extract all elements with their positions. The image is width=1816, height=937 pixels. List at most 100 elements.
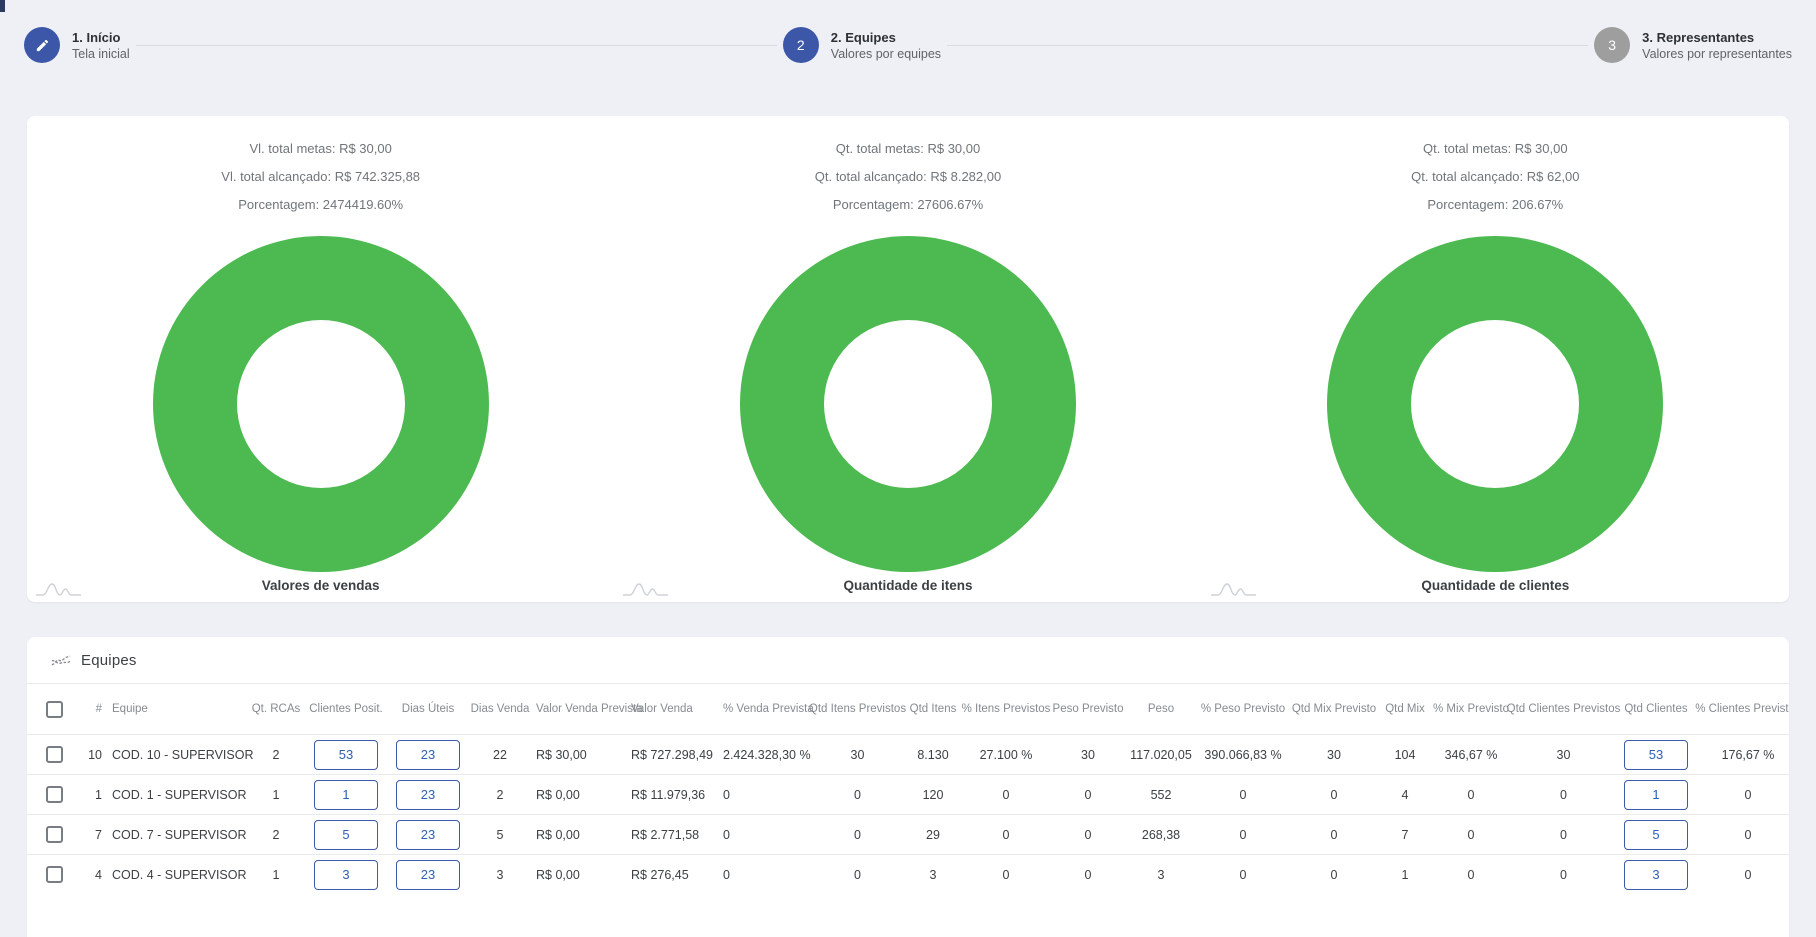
table-header-row: #EquipeQt. RCAsClientes Posit.Dias Úteis… (27, 684, 1789, 734)
row-checkbox[interactable] (46, 826, 63, 843)
cell-dias-uteis (387, 860, 469, 890)
cell-dias-uteis (387, 780, 469, 810)
column-header-venda-prevista: % Venda Prevista (718, 703, 810, 715)
stat-total-metas: Qt. total metas: R$ 30,00 (1423, 140, 1568, 158)
cell-equipe: COD. 1 - SUPERVISOR (107, 788, 247, 802)
dias-uteis-input[interactable] (396, 820, 460, 850)
clientes-posit-input[interactable] (314, 860, 378, 890)
qtd-clientes-input[interactable] (1624, 860, 1688, 890)
cell-qt-rcas: 2 (247, 828, 305, 842)
select-all-checkbox[interactable] (46, 701, 63, 718)
cell-qtd-mix-previsto: 0 (1289, 868, 1379, 882)
cell-itens-previstos: 0 (961, 868, 1051, 882)
cell-qtd-itens: 120 (905, 788, 961, 802)
cell-mix-previsto: 0 (1431, 868, 1511, 882)
cell-col: 4 (73, 868, 107, 882)
cell-qtd-clientes-previstos: 0 (1511, 828, 1616, 842)
cell-clientes-posit (305, 780, 387, 810)
checkbox-cell (35, 866, 73, 883)
cell-qtd-mix: 4 (1379, 788, 1431, 802)
column-header-equipe: Equipe (107, 703, 247, 715)
donut-chart-valores-de-vendas (153, 236, 489, 572)
column-header-dias-venda: Dias Venda (469, 703, 531, 715)
donut-chart-quantidade-de-clientes (1327, 236, 1663, 572)
step-3-circle: 3 (1594, 27, 1630, 63)
column-header-qtd-itens: Qtd Itens (905, 703, 961, 715)
column-header-mix-previsto: % Mix Previsto (1431, 703, 1511, 715)
cell-clientes-previstos: 0 (1696, 788, 1789, 802)
cell-dias-uteis (387, 820, 469, 850)
column-header-dias-uteis: Dias Úteis (387, 703, 469, 715)
step-3-subtitle: Valores por representantes (1642, 47, 1792, 61)
step-representantes[interactable]: 3 3. Representantes Valores por represen… (1594, 27, 1792, 63)
stat-total-alcancado: Vl. total alcançado: R$ 742.325,88 (221, 168, 420, 186)
wave-curve-icon (1210, 580, 1258, 598)
cell-peso: 268,38 (1125, 828, 1197, 842)
cell-mix-previsto: 346,67 % (1431, 748, 1511, 762)
cell-peso-previsto: 0 (1051, 788, 1125, 802)
step-connector-1 (136, 45, 777, 46)
charts-card: Vl. total metas: R$ 30,00 Vl. total alca… (27, 116, 1789, 602)
clientes-posit-input[interactable] (314, 740, 378, 770)
cell-qtd-mix-previsto: 0 (1289, 828, 1379, 842)
step-1-circle (24, 27, 60, 63)
cell-qtd-clientes-previstos: 0 (1511, 868, 1616, 882)
cell-qtd-clientes (1616, 780, 1696, 810)
multiline-chart-icon (51, 653, 71, 668)
cell-clientes-posit (305, 860, 387, 890)
step-connector-2 (947, 45, 1588, 46)
cell-dias-venda: 22 (469, 748, 531, 762)
column-header-valor-venda-prevista: Valor Venda Prevista (531, 703, 626, 715)
qtd-clientes-input[interactable] (1624, 740, 1688, 770)
qtd-clientes-input[interactable] (1624, 820, 1688, 850)
cell-valor-venda: R$ 727.298,49 (626, 748, 718, 762)
cell-mix-previsto: 0 (1431, 828, 1511, 842)
wave-curve-icon (35, 580, 83, 598)
donut-chart-quantidade-de-itens (740, 236, 1076, 572)
chart-panel-valores-de-vendas: Vl. total metas: R$ 30,00 Vl. total alca… (27, 116, 614, 602)
step-1-subtitle: Tela inicial (72, 47, 130, 61)
table-row: 7COD. 7 - SUPERVISOR25R$ 0,00R$ 2.771,58… (27, 814, 1789, 854)
cell-qtd-mix-previsto: 30 (1289, 748, 1379, 762)
cell-qtd-clientes (1616, 860, 1696, 890)
cell-peso-previsto: 390.066,83 % (1197, 748, 1289, 762)
column-header-peso: Peso (1125, 703, 1197, 715)
cell-qtd-mix: 1 (1379, 868, 1431, 882)
select-all-cell (35, 701, 73, 718)
dias-uteis-input[interactable] (396, 860, 460, 890)
dias-uteis-input[interactable] (396, 740, 460, 770)
cell-col: 7 (73, 828, 107, 842)
cell-qtd-itens-previstos: 0 (810, 868, 905, 882)
checkbox-cell (35, 746, 73, 763)
chart-panel-quantidade-de-itens: Qt. total metas: R$ 30,00 Qt. total alca… (614, 116, 1201, 602)
stat-porcentagem: Porcentagem: 206.67% (1427, 196, 1563, 214)
step-inicio[interactable]: 1. Início Tela inicial (24, 27, 130, 63)
qtd-clientes-input[interactable] (1624, 780, 1688, 810)
step-1-title: 1. Início (72, 30, 130, 45)
clientes-posit-input[interactable] (314, 820, 378, 850)
cell-peso-previsto: 0 (1197, 828, 1289, 842)
step-equipes[interactable]: 2 2. Equipes Valores por equipes (783, 27, 941, 63)
row-checkbox[interactable] (46, 866, 63, 883)
column-header-valor-venda: Valor Venda (626, 703, 718, 715)
cell-clientes-posit (305, 820, 387, 850)
stat-total-alcancado: Qt. total alcançado: R$ 62,00 (1411, 168, 1579, 186)
cell-clientes-previstos: 0 (1696, 868, 1789, 882)
dias-uteis-input[interactable] (396, 780, 460, 810)
cell-peso-previsto: 0 (1197, 868, 1289, 882)
clientes-posit-input[interactable] (314, 780, 378, 810)
cell-qt-rcas: 1 (247, 788, 305, 802)
cell-peso: 117.020,05 (1125, 748, 1197, 762)
cell-equipe: COD. 7 - SUPERVISOR (107, 828, 247, 842)
cell-qtd-clientes-previstos: 30 (1511, 748, 1616, 762)
table-row: 10COD. 10 - SUPERVISOR222R$ 30,00R$ 727.… (27, 734, 1789, 774)
cell-dias-venda: 2 (469, 788, 531, 802)
stat-total-alcancado: Qt. total alcançado: R$ 8.282,00 (815, 168, 1001, 186)
cell-dias-venda: 5 (469, 828, 531, 842)
table-row: 4COD. 4 - SUPERVISOR13R$ 0,00R$ 276,4500… (27, 854, 1789, 894)
row-checkbox[interactable] (46, 746, 63, 763)
cell-itens-previstos: 0 (961, 788, 1051, 802)
row-checkbox[interactable] (46, 786, 63, 803)
cell-qtd-itens: 8.130 (905, 748, 961, 762)
column-header-qtd-mix-previsto: Qtd Mix Previsto (1289, 703, 1379, 715)
